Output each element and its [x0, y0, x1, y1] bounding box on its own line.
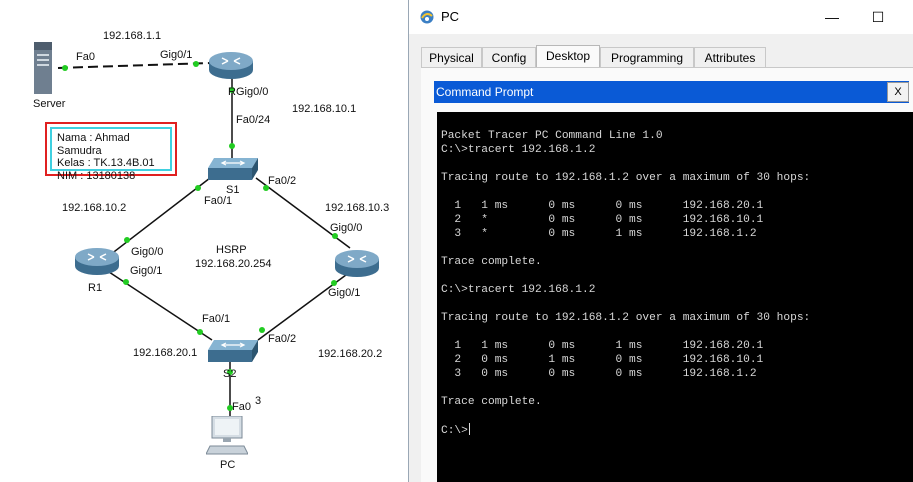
router-r1-device[interactable] — [74, 246, 120, 281]
command-console[interactable]: Packet Tracer PC Command Line 1.0 C:\>tra… — [437, 112, 913, 482]
port-label-r-gig00: Gig0/0 — [236, 86, 269, 98]
port-label-s2-fa02: Fa0/2 — [268, 333, 297, 345]
port-label-r-gig01: Gig0/1 — [160, 49, 193, 61]
hsrp-ip: 192.168.20.254 — [195, 258, 272, 271]
tab-attributes[interactable]: Attributes — [694, 47, 766, 67]
minimize-button[interactable]: — — [809, 4, 855, 30]
switch-s1-device[interactable] — [208, 158, 258, 187]
port-label-server-fa0: Fa0 — [76, 51, 95, 63]
switch-icon — [208, 158, 258, 180]
port-label-r2-gig00: Gig0/0 — [330, 222, 363, 234]
router-icon — [335, 250, 379, 277]
server-icon — [34, 42, 52, 94]
switch-s2-label: S2 — [223, 368, 237, 380]
ip-label-r1-up: 192.168.10.2 — [62, 202, 127, 215]
link-r1-s2 — [105, 269, 213, 341]
console-line: 2 0 ms 1 ms 0 ms 192.168.10.1 — [441, 354, 764, 366]
command-prompt-titlebar[interactable]: Command Prompt X — [434, 81, 909, 103]
port-label-r1-gig00: Gig0/0 — [131, 246, 164, 258]
router-r2-device[interactable] — [334, 248, 380, 283]
tab-desktop[interactable]: Desktop — [536, 45, 600, 68]
window-title: PC — [441, 9, 460, 24]
text-cursor — [468, 423, 470, 435]
console-line: Trace complete. — [441, 256, 542, 268]
pc-icon — [205, 415, 249, 455]
command-prompt-title: Command Prompt — [436, 85, 534, 99]
server-device[interactable] — [33, 42, 53, 99]
ip-label-r2-up: 192.168.10.3 — [325, 202, 390, 215]
window-titlebar[interactable]: PC — ☐ — [409, 0, 913, 34]
port-label-pc-fa0: Fa0 — [232, 401, 251, 413]
console-line: C:\> — [441, 423, 470, 437]
console-line: 3 0 ms 0 ms 0 ms 192.168.1.2 — [441, 368, 757, 380]
tab-programming[interactable]: Programming — [600, 47, 694, 67]
router-r-label: R — [228, 86, 236, 98]
topology-canvas[interactable]: Server R S1 R1 S2 PC Nama: Ahmad Samudr… — [0, 0, 408, 482]
desktop-content: Command Prompt X Packet Tracer PC Comman… — [421, 67, 913, 482]
console-line: Trace complete. — [441, 396, 542, 408]
student-note[interactable]: Nama : Ahmad Samudra Kelas : TK.13.4B.01… — [45, 122, 177, 182]
port-label-s1-fa024: Fa0/24 — [236, 114, 271, 126]
student-note-content: Nama : Ahmad Samudra Kelas : TK.13.4B.01… — [50, 127, 172, 182]
note-kelas: Kelas : TK.13.4B.01 — [57, 157, 155, 169]
router-r1-label: R1 — [88, 282, 103, 294]
tab-config[interactable]: Config — [482, 47, 536, 67]
router-r-device[interactable] — [208, 50, 254, 85]
pc-label: PC — [220, 459, 236, 471]
ip-label-r2-down: 192.168.20.2 — [318, 348, 383, 361]
console-line: Tracing route to 192.168.1.2 over a maxi… — [441, 172, 811, 184]
maximize-button[interactable]: ☐ — [855, 4, 901, 30]
command-prompt-close-button[interactable]: X — [887, 82, 909, 102]
console-line: 1 1 ms 0 ms 1 ms 192.168.20.1 — [441, 340, 764, 352]
console-line: 1 1 ms 0 ms 0 ms 192.168.20.1 — [441, 200, 764, 212]
server-label: Server — [33, 98, 66, 110]
port-label-s1-fa02: Fa0/2 — [268, 175, 297, 187]
console-line: 3 * 0 ms 1 ms 192.168.1.2 — [441, 228, 757, 240]
note-name: Nama : Ahmad Samudra — [57, 132, 130, 157]
console-line: Packet Tracer PC Command Line 1.0 — [441, 130, 663, 142]
console-line: 2 * 0 ms 0 ms 192.168.10.1 — [441, 214, 764, 226]
switch-s2-device[interactable] — [208, 340, 258, 369]
ip-label-server-link: 192.168.1.1 — [103, 30, 162, 43]
port-label-r2-gig01: Gig0/1 — [328, 287, 361, 299]
ip-label-r-down: 192.168.10.1 — [292, 103, 357, 116]
packet-tracer-icon — [420, 10, 434, 24]
topology-links — [57, 61, 351, 418]
console-line: Tracing route to 192.168.1.2 over a maxi… — [441, 312, 811, 324]
port-label-r1-gig01: Gig0/1 — [130, 265, 163, 277]
pc-device[interactable] — [205, 415, 249, 461]
switch-icon — [208, 340, 258, 362]
pc-window[interactable]: PC — ☐ Physical Config Desktop Programmi… — [408, 0, 913, 482]
console-line: C:\>tracert 192.168.1.2 — [441, 284, 596, 296]
port-label-s2-fa03: 3 — [255, 395, 262, 407]
console-line: C:\>tracert 192.168.1.2 — [441, 144, 596, 156]
hsrp-title: HSRP — [216, 244, 247, 257]
tab-physical[interactable]: Physical — [421, 47, 482, 67]
port-label-s1-fa01: Fa0/1 — [204, 195, 233, 207]
router-icon — [209, 52, 253, 79]
port-label-s2-fa01: Fa0/1 — [202, 313, 231, 325]
router-icon — [75, 248, 119, 275]
ip-label-r1-down: 192.168.20.1 — [133, 347, 198, 360]
note-nim: NIM : 13180138 — [57, 169, 136, 182]
